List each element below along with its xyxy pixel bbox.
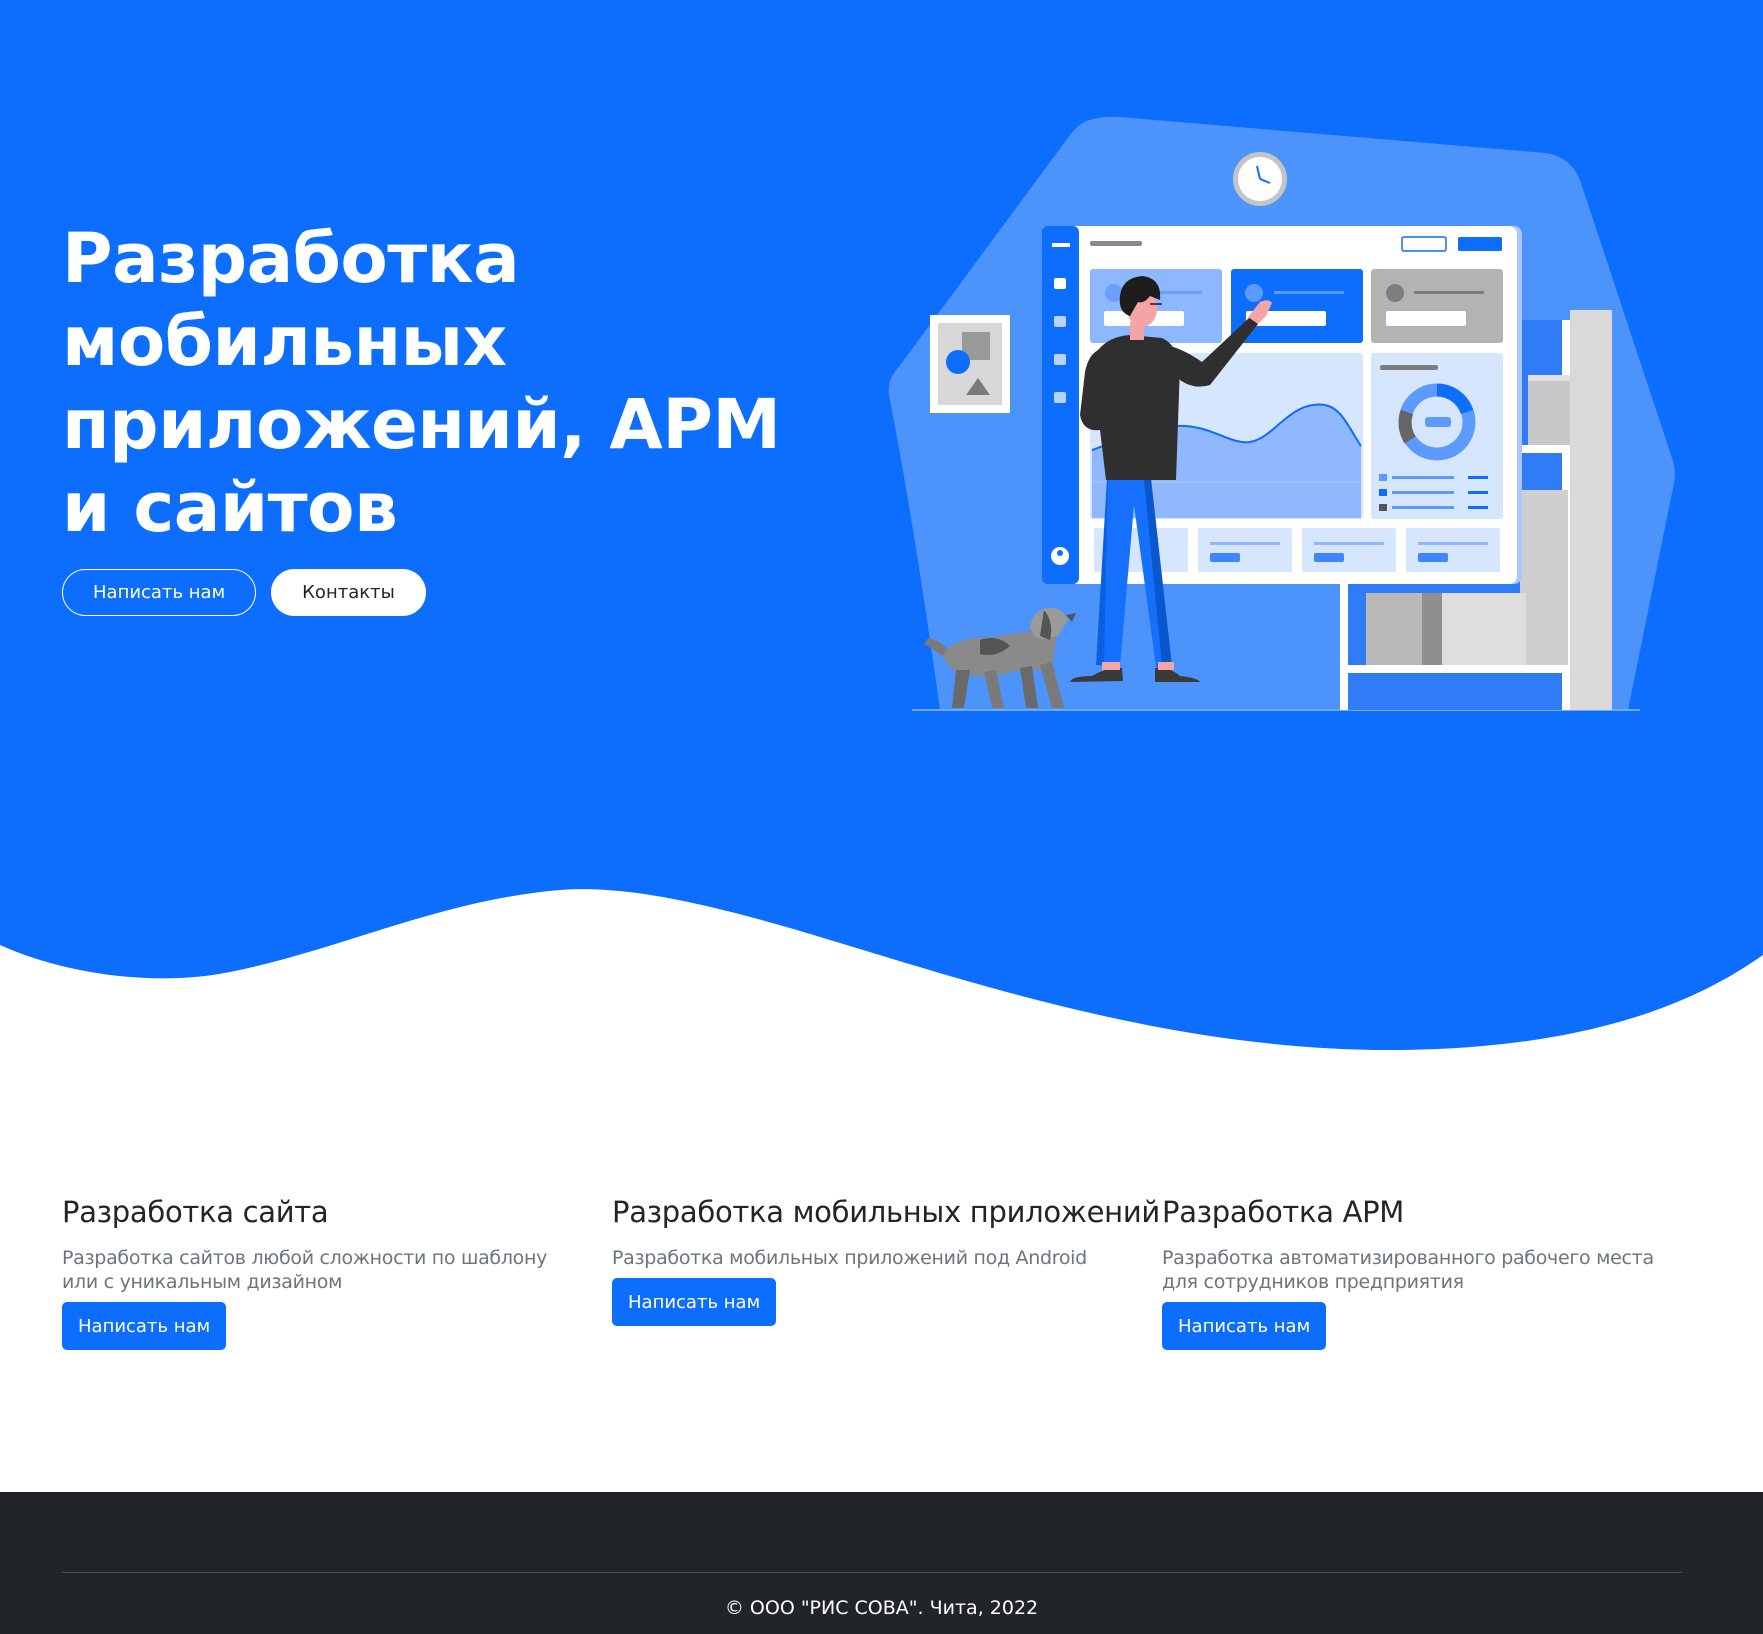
footer-copyright: © ООО "РИС СОВА". Чита, 2022 bbox=[724, 1597, 1039, 1619]
feature-arm-write-button[interactable]: Написать нам bbox=[1162, 1302, 1327, 1350]
write-us-button[interactable]: Написать нам bbox=[62, 569, 257, 616]
hero-buttons: Написать нам Контакты bbox=[62, 569, 426, 616]
feature-description: Разработка автоматизированного рабочего … bbox=[1162, 1247, 1654, 1293]
feature-title: Разработка АРМ bbox=[1162, 1195, 1405, 1229]
developer-dashboard-illustration bbox=[888, 116, 1675, 711]
features-section: Разработка сайта Разработка сайтов любой… bbox=[62, 1190, 1702, 1370]
feature-title: Разработка сайта bbox=[62, 1195, 329, 1229]
feature-description: Разработка мобильных приложений под Andr… bbox=[612, 1247, 1087, 1269]
feature-mobile-write-button[interactable]: Написать нам bbox=[612, 1278, 777, 1326]
feature-website-write-button[interactable]: Написать нам bbox=[62, 1302, 227, 1350]
feature-title: Разработка мобильных приложений bbox=[612, 1195, 1160, 1229]
feature-website: Разработка сайта Разработка сайтов любой… bbox=[62, 1190, 582, 1350]
wall-picture bbox=[930, 315, 1010, 413]
wall-clock bbox=[1233, 152, 1287, 206]
feature-mobile: Разработка мобильных приложений Разработ… bbox=[612, 1190, 1160, 1326]
hero-title: Разработка мобильных приложений, АРМ и с… bbox=[62, 219, 781, 548]
feature-description: Разработка сайтов любой сложности по шаб… bbox=[62, 1247, 548, 1293]
footer-divider bbox=[62, 1572, 1682, 1573]
contacts-button[interactable]: Контакты bbox=[271, 569, 426, 616]
hero-section: Разработка мобильных приложений, АРМ и с… bbox=[0, 0, 1763, 1060]
feature-arm: Разработка АРМ Разработка автоматизирова… bbox=[1162, 1190, 1682, 1350]
footer: © ООО "РИС СОВА". Чита, 2022 bbox=[0, 1492, 1763, 1634]
